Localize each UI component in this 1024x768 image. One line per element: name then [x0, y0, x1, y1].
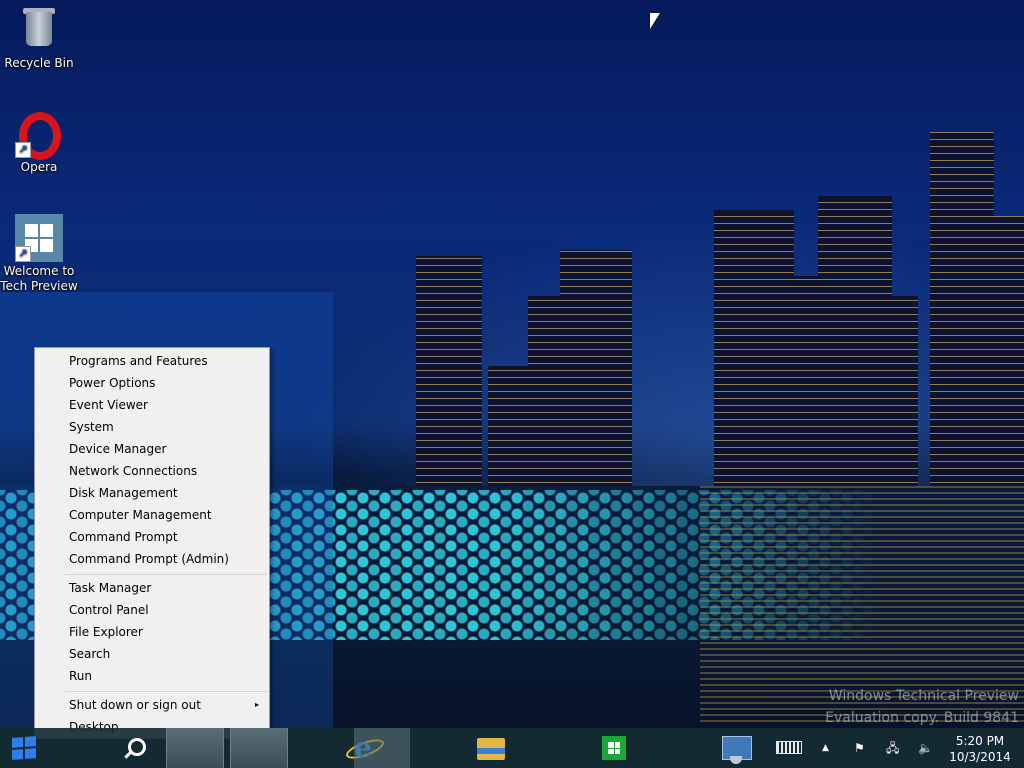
clock-time: 5:20 PM: [955, 734, 1005, 748]
menu-item-control-panel[interactable]: Control Panel: [35, 599, 269, 621]
recycle-bin-icon: [15, 6, 63, 54]
taskbar-store[interactable]: [294, 728, 626, 768]
taskbar-clock[interactable]: 5:20 PM 10/3/2014: [944, 733, 1016, 765]
start-button[interactable]: [0, 728, 50, 768]
search-button[interactable]: [56, 728, 146, 768]
menu-item-system[interactable]: System: [35, 416, 269, 438]
desktop-icon-label: Opera: [20, 160, 58, 174]
mouse-cursor-icon: [650, 13, 660, 29]
windows-start-icon: [12, 736, 36, 760]
menu-item-run[interactable]: Run: [35, 665, 269, 687]
watermark-line: Windows Technical Preview: [828, 688, 1019, 704]
menu-item-command-prompt[interactable]: Command Prompt: [35, 526, 269, 548]
building: [488, 366, 528, 486]
taskbar-file-explorer[interactable]: [230, 728, 505, 768]
menu-item-search[interactable]: Search: [35, 643, 269, 665]
menu-item-computer-management[interactable]: Computer Management: [35, 504, 269, 526]
show-hidden-icons-chevron-icon[interactable]: ▲: [822, 741, 829, 755]
clock-date: 10/3/2014: [949, 750, 1011, 764]
building: [560, 250, 632, 486]
desktop-icon-label: Welcome to: [3, 264, 75, 278]
watermark-line: Evaluation copy. Build 9841: [825, 710, 1019, 726]
touch-keyboard-icon[interactable]: [776, 741, 802, 754]
menu-item-programs-and-features[interactable]: Programs and Features: [35, 350, 269, 372]
shortcut-arrow-icon: ↗: [15, 142, 31, 158]
menu-item-power-options[interactable]: Power Options: [35, 372, 269, 394]
desktop-icon-label: Recycle Bin: [4, 56, 74, 70]
building: [960, 216, 1024, 486]
menu-item-device-manager[interactable]: Device Manager: [35, 438, 269, 460]
desktop-icon-recycle-bin[interactable]: Recycle Bin: [0, 6, 78, 71]
desktop-icon-label: Tech Preview: [0, 279, 78, 293]
taskbar-control-panel[interactable]: [354, 728, 752, 768]
menu-separator: [65, 574, 267, 575]
taskbar-internet-explorer[interactable]: e: [166, 728, 387, 768]
building: [892, 296, 918, 486]
taskbar: e ▲ ⚑ 🖧 🔈 5:20 PM 10/3/2014: [0, 728, 1024, 768]
task-view-button[interactable]: [110, 728, 260, 768]
opera-icon: ↗: [15, 110, 63, 160]
menu-item-file-explorer[interactable]: File Explorer: [35, 621, 269, 643]
menu-item-label: Shut down or sign out: [69, 698, 201, 712]
menu-item-task-manager[interactable]: Task Manager: [35, 577, 269, 599]
menu-item-event-viewer[interactable]: Event Viewer: [35, 394, 269, 416]
shortcut-arrow-icon: ↗: [15, 246, 31, 262]
evaluation-watermark: Windows Technical Preview Evaluation cop…: [825, 685, 1019, 729]
desktop-icon-welcome[interactable]: ↗ Welcome to Tech Preview: [0, 214, 78, 294]
power-user-menu: Programs and Features Power Options Even…: [34, 347, 270, 739]
menu-item-network-connections[interactable]: Network Connections: [35, 460, 269, 482]
building: [416, 256, 482, 486]
submenu-arrow-icon: ▸: [254, 700, 259, 709]
menu-item-disk-management[interactable]: Disk Management: [35, 482, 269, 504]
windows-tile-icon: ↗: [15, 214, 63, 262]
menu-item-shut-down-or-sign-out[interactable]: Shut down or sign out ▸: [35, 694, 269, 716]
volume-icon[interactable]: 🔈: [918, 741, 933, 755]
building: [818, 196, 892, 486]
network-icon[interactable]: 🖧: [886, 741, 899, 755]
building: [714, 210, 794, 486]
action-center-flag-icon[interactable]: ⚑: [854, 741, 865, 755]
menu-separator: [65, 691, 267, 692]
desktop-icon-opera[interactable]: ↗ Opera: [0, 110, 78, 175]
menu-item-command-prompt-admin[interactable]: Command Prompt (Admin): [35, 548, 269, 570]
